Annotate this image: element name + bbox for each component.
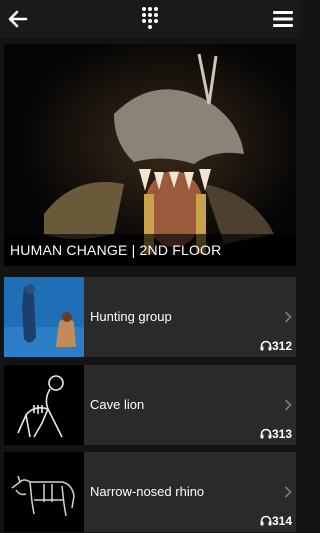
audio-number: 313 [271, 427, 292, 441]
arrow-left-icon[interactable] [6, 7, 30, 31]
chevron-right-icon [284, 486, 292, 498]
headphones-icon [260, 428, 272, 439]
headphones-icon [260, 515, 272, 526]
top-bar [0, 0, 300, 38]
chevron-right-icon [284, 311, 292, 323]
list-item-hunting-group[interactable]: Hunting group 312 [4, 277, 296, 357]
hero-image [4, 44, 296, 266]
headphones-icon [260, 340, 272, 351]
audio-number: 312 [271, 339, 292, 353]
item-title: Cave lion [90, 397, 145, 412]
chevron-right-icon [284, 399, 292, 411]
keypad-icon[interactable] [140, 6, 160, 30]
hero-caption-bar: HUMAN CHANGE | 2ND FLOOR [4, 234, 296, 266]
item-title: Hunting group [90, 309, 172, 324]
list-item-cave-lion[interactable]: Cave lion 313 [4, 365, 296, 445]
narrow-nosed-rhino-thumbnail [4, 452, 84, 532]
hero-caption: HUMAN CHANGE | 2ND FLOOR [10, 242, 222, 258]
hero-card[interactable]: HUMAN CHANGE | 2ND FLOOR [4, 44, 296, 266]
cave-lion-thumbnail [4, 365, 84, 445]
hunting-group-thumbnail [4, 277, 84, 357]
audio-number: 314 [271, 514, 292, 528]
hamburger-menu-icon[interactable] [272, 9, 294, 29]
item-title: Narrow-nosed rhino [90, 484, 205, 499]
list-item-narrow-nosed-rhino[interactable]: Narrow-nosed rhino 314 [4, 452, 296, 532]
